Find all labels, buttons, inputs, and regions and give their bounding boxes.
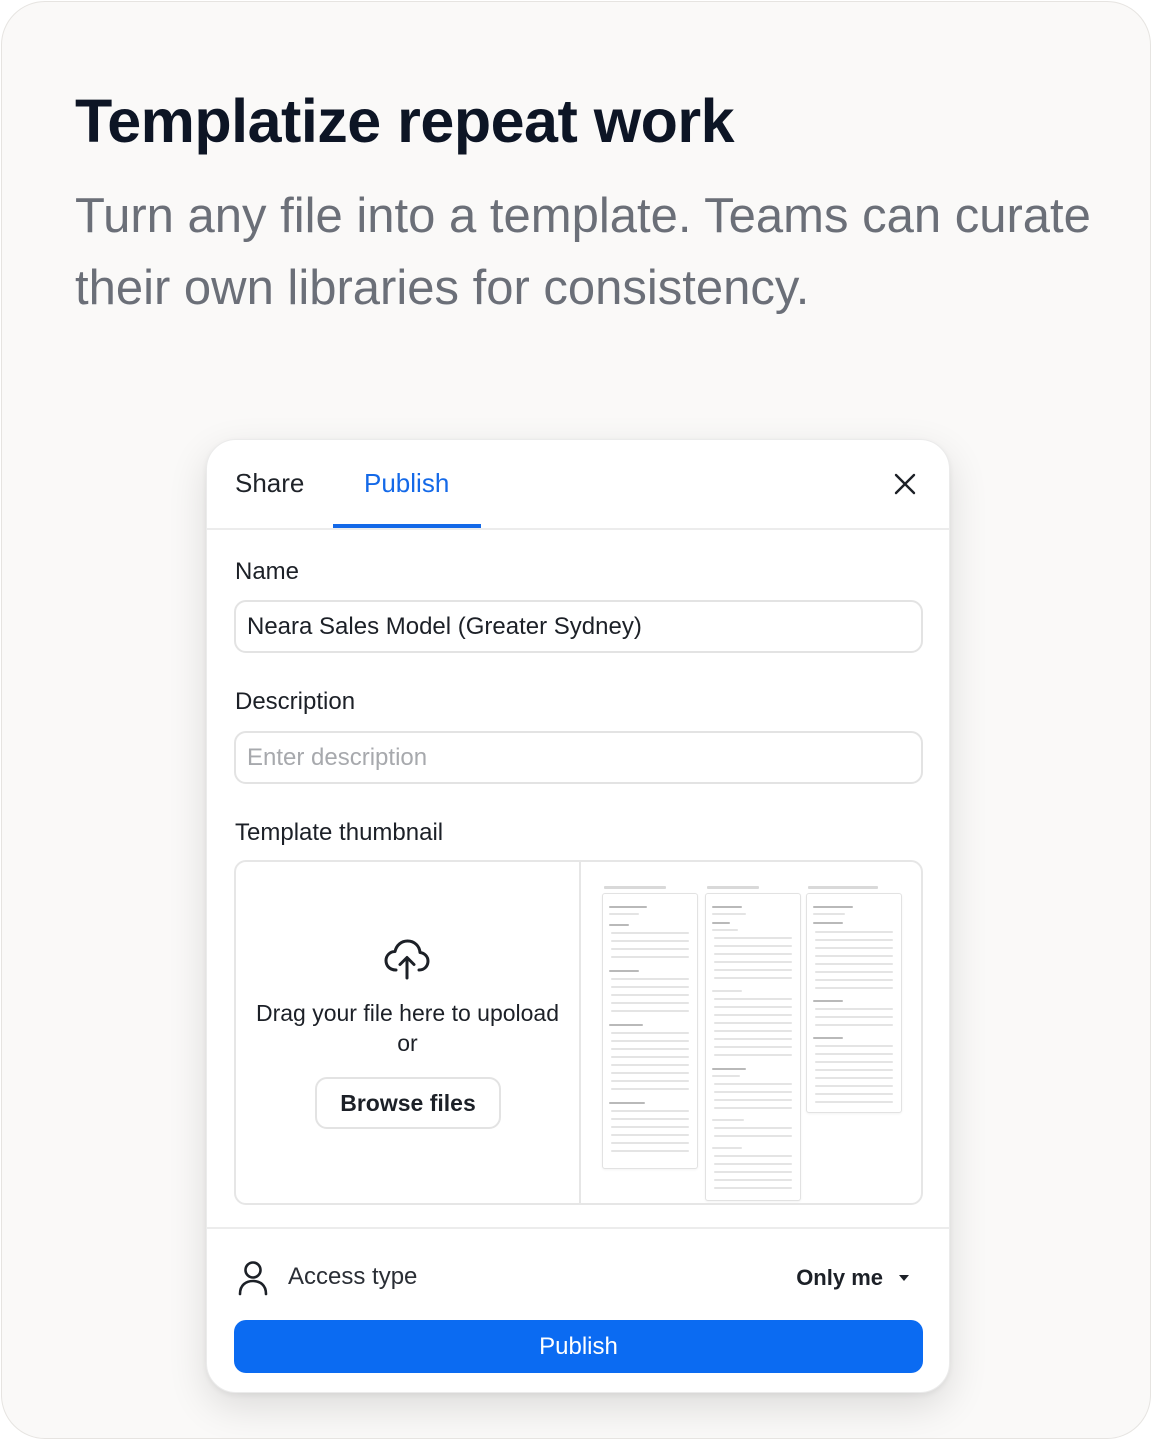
drag-text: Drag your file here to upoload [255, 1000, 560, 1026]
dialog-tabs: Share Publish [207, 440, 949, 530]
thumbnail-dropzone[interactable]: Drag your file here to upoload or Browse… [234, 860, 923, 1205]
browse-files-button[interactable]: Browse files [315, 1077, 501, 1129]
tab-share[interactable]: Share [235, 468, 304, 499]
preview-sheet-cashflow [806, 893, 902, 1113]
caret-down-icon [899, 1275, 909, 1281]
name-input[interactable] [234, 600, 923, 653]
access-type-label: Access type [288, 1263, 418, 1290]
feature-title: Templatize repeat work [75, 87, 735, 155]
publish-button[interactable]: Publish [234, 1320, 923, 1373]
preview-tab-label [808, 886, 878, 889]
description-input[interactable] [234, 731, 923, 784]
feature-card: Templatize repeat work Turn any file int… [1, 1, 1151, 1439]
active-tab-indicator [333, 524, 481, 528]
feature-subtitle: Turn any file into a template. Teams can… [75, 189, 1091, 315]
publish-dialog: Share Publish Name Description Template … [206, 439, 950, 1393]
close-icon [894, 473, 916, 495]
footer-divider [207, 1227, 949, 1229]
preview-tab-label [604, 886, 666, 889]
access-type-dropdown[interactable]: Only me [796, 1265, 909, 1291]
cloud-upload-icon [384, 939, 430, 980]
description-label: Description [235, 688, 356, 715]
close-button[interactable] [891, 470, 919, 498]
access-type-value: Only me [796, 1265, 883, 1290]
thumbnail-label: Template thumbnail [235, 819, 444, 846]
tab-publish[interactable]: Publish [364, 468, 449, 499]
name-label: Name [235, 558, 300, 585]
preview-sheet-balance [705, 893, 801, 1201]
drag-instructions: Drag your file here to upoload or [236, 998, 579, 1058]
preview-tab-label [707, 886, 759, 889]
or-text: or [397, 1030, 418, 1056]
person-icon [238, 1261, 268, 1296]
preview-sheet-income [602, 893, 698, 1169]
thumbnail-preview [581, 862, 921, 1203]
